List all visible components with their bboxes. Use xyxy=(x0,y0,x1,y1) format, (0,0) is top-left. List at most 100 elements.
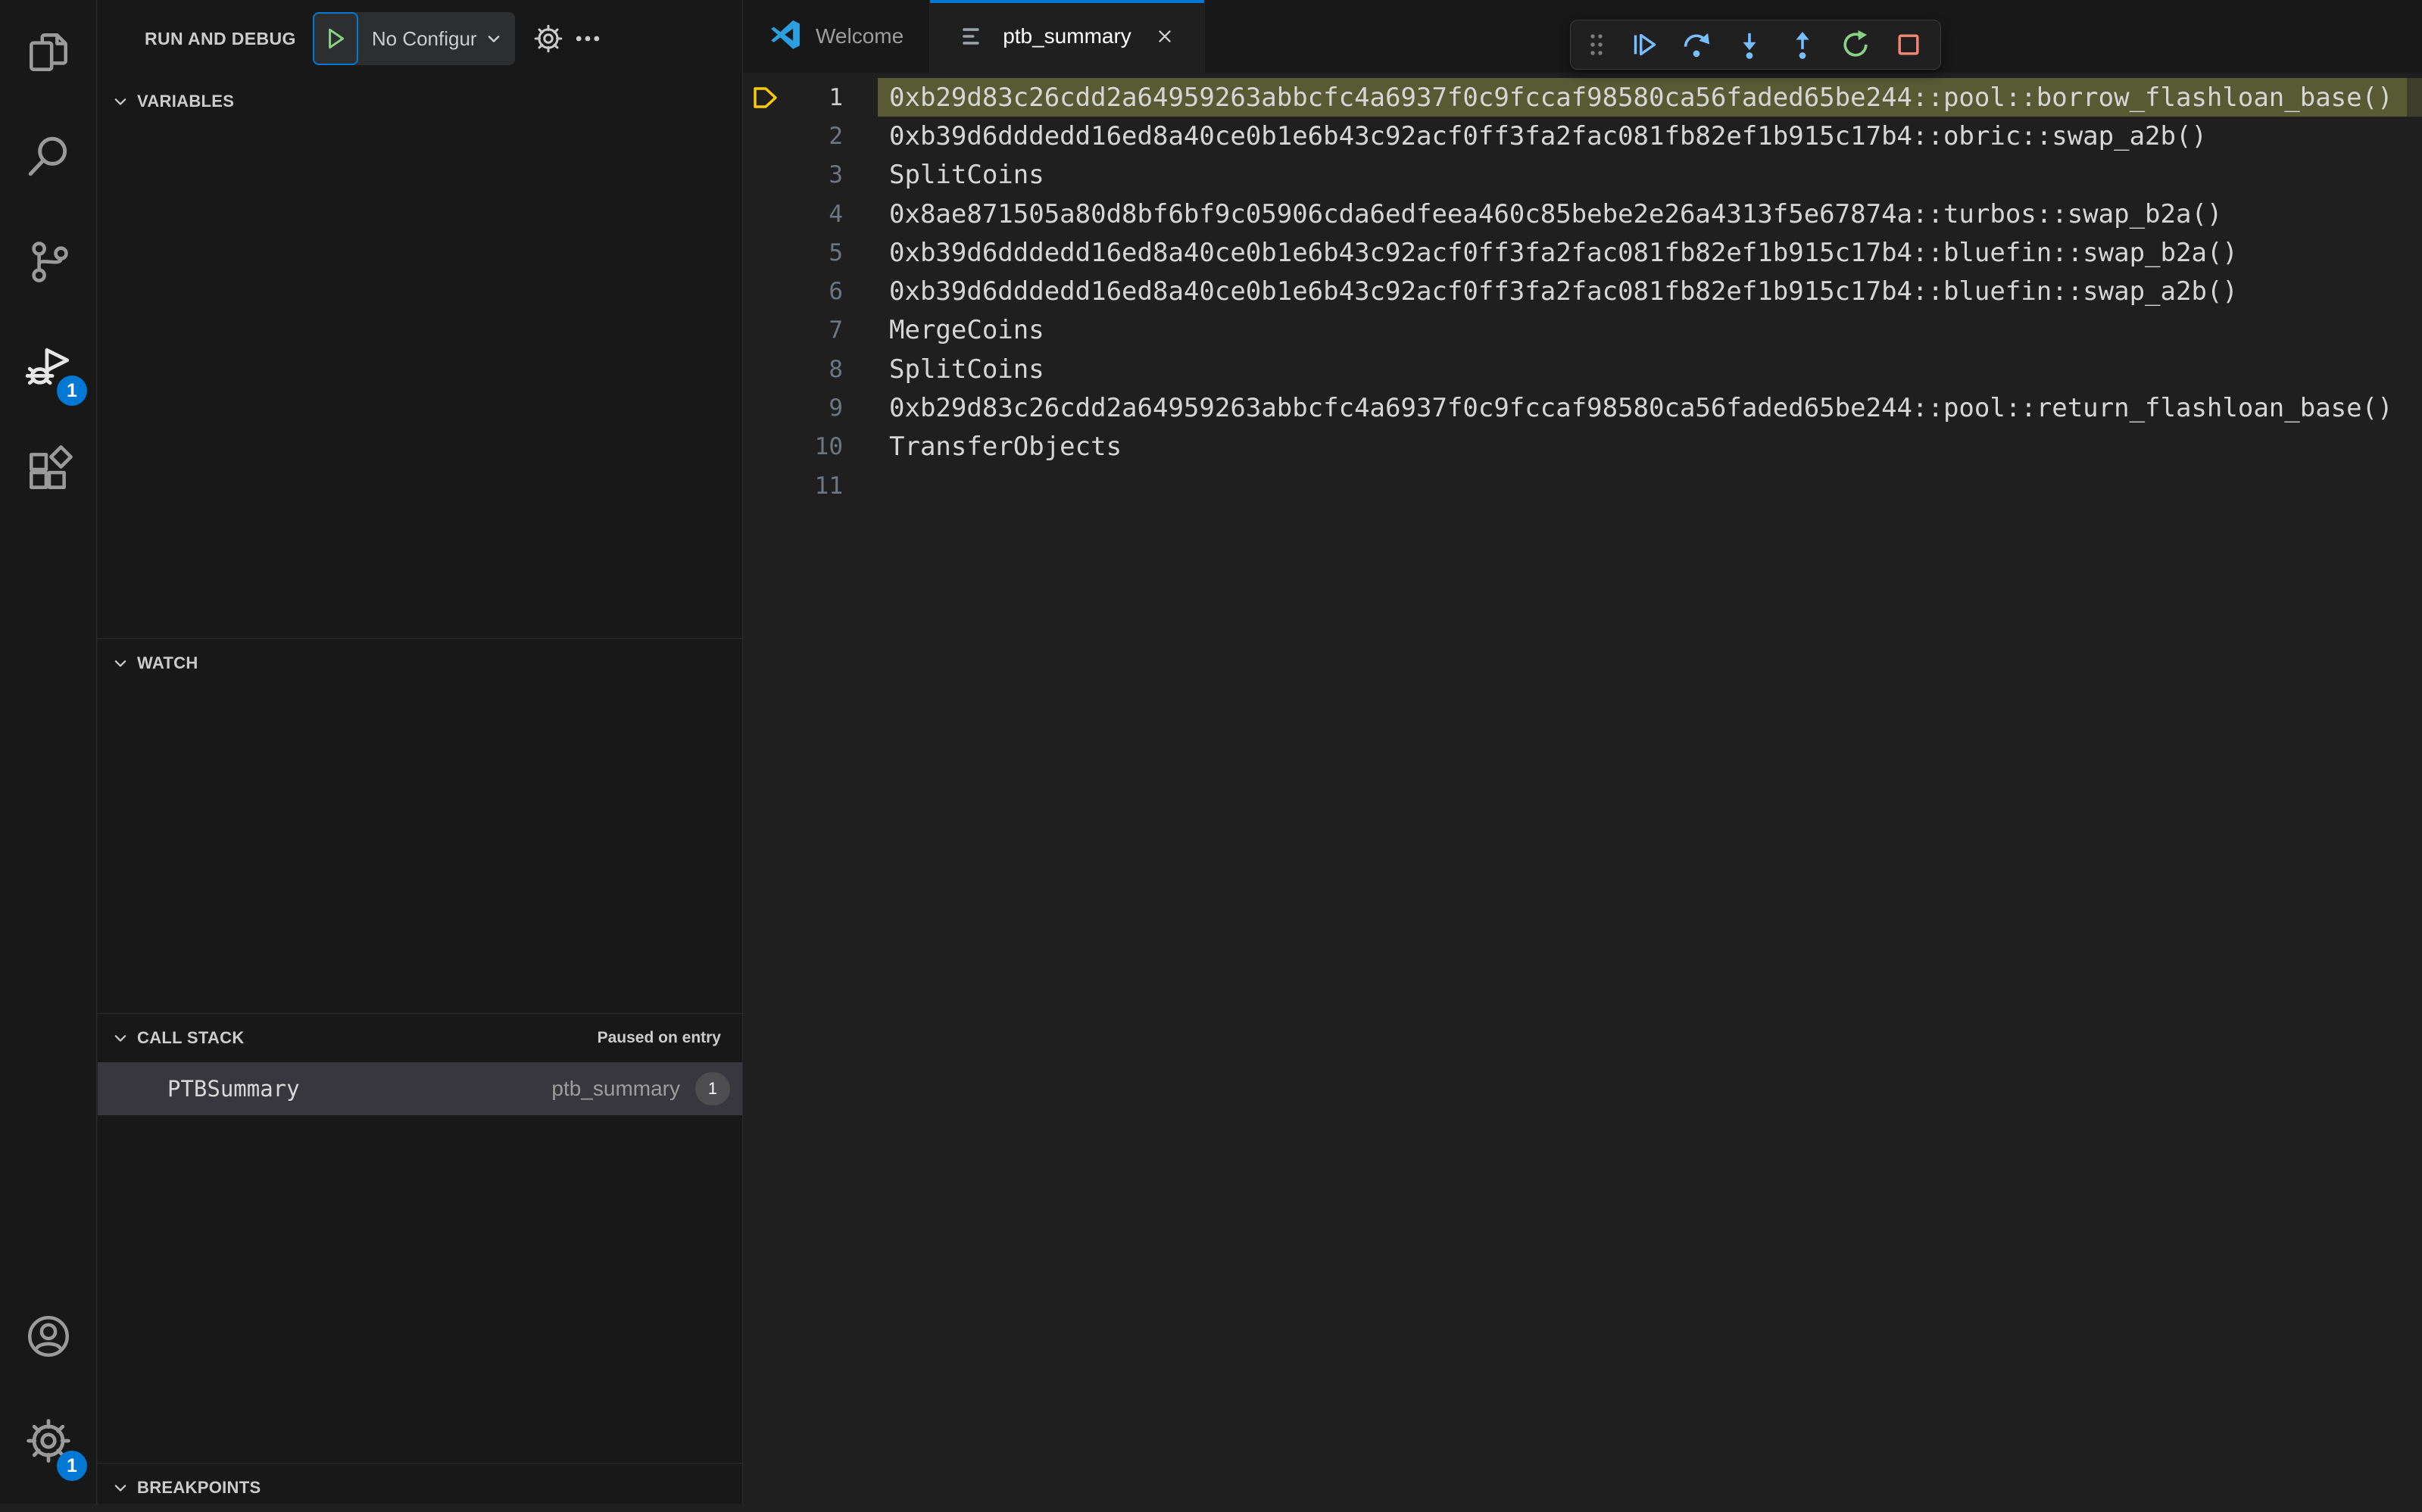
ellipsis-icon xyxy=(572,23,604,55)
tab-label: ptb_summary xyxy=(1003,24,1131,48)
sidebar-item-source-control[interactable] xyxy=(0,209,96,313)
debug-settings-button[interactable] xyxy=(529,19,568,58)
step-into-button[interactable] xyxy=(1725,23,1774,66)
vscode-logo-icon xyxy=(769,20,802,53)
chevron-down-icon xyxy=(477,28,504,49)
variables-section-header[interactable]: VARIABLES xyxy=(98,77,742,126)
chevron-down-icon xyxy=(110,91,131,112)
sidebar-item-search[interactable] xyxy=(0,104,96,209)
play-icon xyxy=(323,26,348,51)
start-debugging-button[interactable] xyxy=(312,12,358,65)
launch-configuration-dropdown[interactable]: No Configur xyxy=(358,27,515,51)
code-text: 0x8ae871505a80d8bf6bf9c05906cda6edfeea46… xyxy=(889,198,2223,229)
continue-button[interactable] xyxy=(1619,23,1668,66)
call-stack-section-label: CALL STACK xyxy=(137,1028,245,1047)
extensions-icon xyxy=(23,445,73,495)
code-text: 0xb39d6dddedd16ed8a40ce0b1e6b43c92acf0ff… xyxy=(889,120,2207,151)
editor-line: 1 0xb29d83c26cdd2a64959263abbcfc4a6937f0… xyxy=(743,78,2422,117)
line-number: 2 xyxy=(829,122,843,150)
code-text: TransferObjects xyxy=(889,432,1122,463)
call-stack-section: CALL STACK Paused on entry PTBSummary pt… xyxy=(98,1013,742,1463)
stop-button[interactable] xyxy=(1884,23,1933,66)
code-text: 0xb39d6dddedd16ed8a40ce0b1e6b43c92acf0ff… xyxy=(889,276,2238,307)
close-icon xyxy=(1153,25,1176,48)
call-stack-section-header[interactable]: CALL STACK Paused on entry xyxy=(98,1014,742,1062)
line-number: 10 xyxy=(814,433,843,461)
gear-icon xyxy=(532,23,564,55)
manage-button[interactable]: 1 xyxy=(0,1389,96,1493)
code-editor[interactable]: 1 0xb29d83c26cdd2a64959263abbcfc4a6937f0… xyxy=(743,73,2422,1504)
code-text: SplitCoins xyxy=(889,160,1044,191)
editor-line: 9 0xb29d83c26cdd2a64959263abbcfc4a6937f0… xyxy=(743,388,2422,427)
variables-section-label: VARIABLES xyxy=(137,92,235,111)
debug-session-badge: 1 xyxy=(57,376,87,406)
sidebar-item-run-and-debug[interactable]: 1 xyxy=(0,313,96,418)
files-icon xyxy=(23,27,73,77)
code-text: MergeCoins xyxy=(889,315,1044,346)
code-text: 0xb29d83c26cdd2a64959263abbcfc4a6937f0c9… xyxy=(889,82,2393,113)
editor-line: 6 0xb39d6dddedd16ed8a40ce0b1e6b43c92acf0… xyxy=(743,272,2422,310)
sidebar-title: RUN AND DEBUG xyxy=(145,28,296,48)
editor-line: 8 SplitCoins xyxy=(743,350,2422,388)
chevron-down-icon xyxy=(110,1477,131,1498)
line-number: 6 xyxy=(829,278,843,306)
toolbar-drag-handle[interactable] xyxy=(1578,23,1615,66)
watch-section-header[interactable]: WATCH xyxy=(98,639,742,687)
current-statement-arrow-icon[interactable] xyxy=(743,85,788,111)
editor-line: 4 0x8ae871505a80d8bf6bf9c05906cda6edfeea… xyxy=(743,195,2422,233)
editor-line: 3 SplitCoins xyxy=(743,156,2422,195)
variables-section: VARIABLES xyxy=(98,77,742,638)
breakpoints-section-header[interactable]: BREAKPOINTS xyxy=(98,1464,742,1512)
editor-line: 5 0xb39d6dddedd16ed8a40ce0b1e6b43c92acf0… xyxy=(743,233,2422,272)
list-file-icon xyxy=(956,20,989,53)
stack-frame-name: PTBSummary xyxy=(167,1076,300,1102)
editor-region: Welcome ptb_summary 1 0xb29d83c26cdd2a64… xyxy=(742,0,2422,1504)
code-text: SplitCoins xyxy=(889,354,1044,385)
breakpoints-section: BREAKPOINTS xyxy=(98,1463,742,1504)
debug-toolbar xyxy=(1570,20,1941,70)
sidebar-item-extensions[interactable] xyxy=(0,418,96,522)
sidebar-item-explorer[interactable] xyxy=(0,0,96,104)
gripper-icon xyxy=(1584,30,1609,60)
code-text: 0xb29d83c26cdd2a64959263abbcfc4a6937f0c9… xyxy=(889,393,2393,424)
continue-icon xyxy=(1628,29,1659,61)
account-icon xyxy=(23,1311,73,1361)
step-out-icon xyxy=(1787,29,1818,61)
stop-icon xyxy=(1893,29,1924,61)
settings-badge: 1 xyxy=(57,1451,87,1481)
source-control-icon xyxy=(23,236,73,286)
line-number: 8 xyxy=(829,355,843,383)
restart-icon xyxy=(1840,29,1871,61)
chevron-down-icon xyxy=(110,1027,131,1049)
editor-line: 10 TransferObjects xyxy=(743,428,2422,466)
sidebar-header: RUN AND DEBUG No Configur xyxy=(98,0,742,77)
line-number: 7 xyxy=(829,316,843,344)
run-and-debug-sidebar: RUN AND DEBUG No Configur VARIABLES WATC… xyxy=(98,0,742,1504)
stack-frame-source: ptb_summary xyxy=(551,1077,680,1100)
tab-label: Welcome xyxy=(816,24,904,48)
tab-welcome[interactable]: Welcome xyxy=(743,0,931,73)
views-and-more-actions-button[interactable] xyxy=(568,19,607,58)
editor-line: 11 xyxy=(743,466,2422,505)
stack-frame-line-badge: 1 xyxy=(695,1072,730,1105)
launch-control: No Configur xyxy=(312,12,515,65)
chevron-down-icon xyxy=(110,653,131,674)
code-text: 0xb39d6dddedd16ed8a40ce0b1e6b43c92acf0ff… xyxy=(889,237,2238,268)
watch-section-label: WATCH xyxy=(137,653,198,672)
line-number: 4 xyxy=(829,200,843,228)
search-icon xyxy=(23,132,73,182)
step-out-button[interactable] xyxy=(1778,23,1827,66)
tab-ptb-summary[interactable]: ptb_summary xyxy=(930,0,1205,73)
accounts-button[interactable] xyxy=(0,1284,96,1389)
step-over-button[interactable] xyxy=(1672,23,1721,66)
current-line-highlight[interactable]: 0xb29d83c26cdd2a64959263abbcfc4a6937f0c9… xyxy=(878,78,2422,117)
close-tab-button[interactable] xyxy=(1151,23,1178,50)
watch-section: WATCH xyxy=(98,638,742,1013)
pause-reason-status: Paused on entry xyxy=(597,1029,721,1046)
step-into-icon xyxy=(1734,29,1765,61)
editor-line: 2 0xb39d6dddedd16ed8a40ce0b1e6b43c92acf0… xyxy=(743,117,2422,155)
line-number: 5 xyxy=(829,238,843,267)
line-number: 11 xyxy=(814,472,843,500)
call-stack-frame-row[interactable]: PTBSummary ptb_summary 1 xyxy=(98,1062,742,1115)
restart-button[interactable] xyxy=(1831,23,1880,66)
